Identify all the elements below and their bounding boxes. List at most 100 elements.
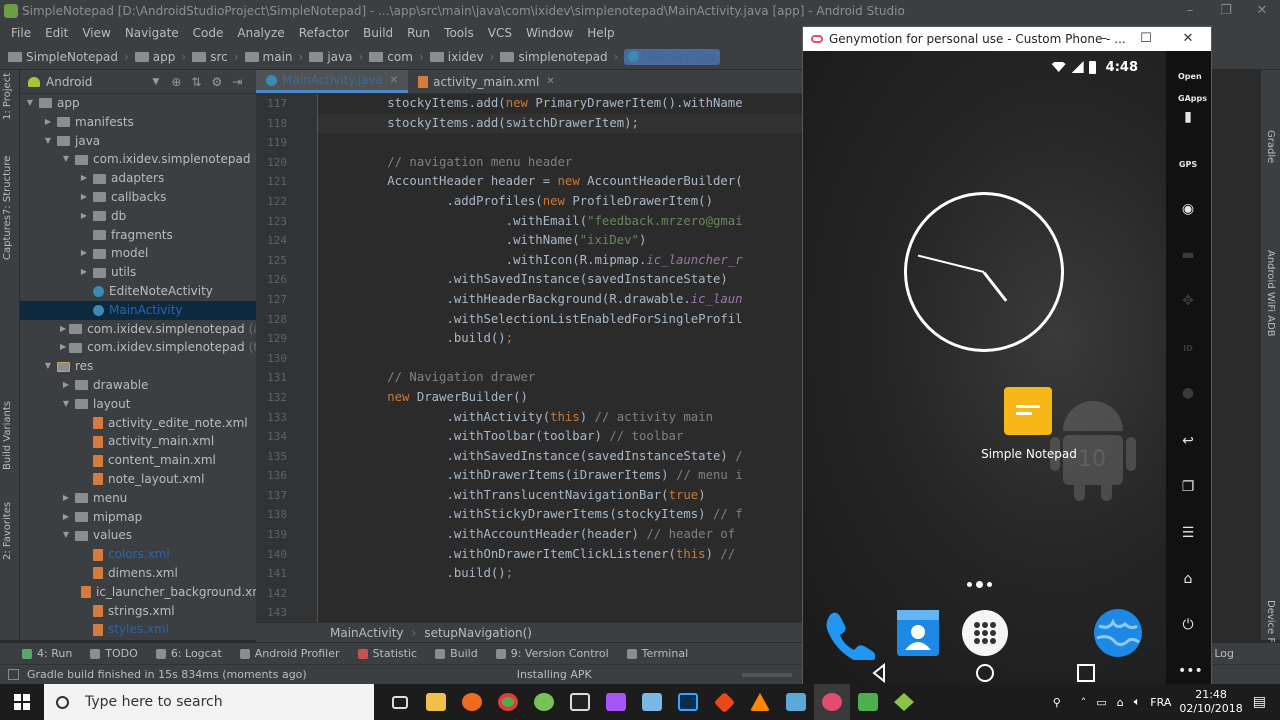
chevron-right-icon[interactable]: ▶ — [60, 489, 72, 508]
tree-item[interactable]: ▶ mipmap — [20, 508, 256, 527]
tree-item[interactable]: colors.xml — [20, 545, 256, 564]
code-line[interactable]: .withIcon(R.mipmap.ic_launcher_r — [318, 251, 802, 271]
tree-item[interactable]: ▶ manifests — [20, 113, 256, 132]
volume-icon[interactable]: 🔈︎ — [1134, 695, 1141, 709]
bottom-tool-5[interactable]: Build — [435, 647, 478, 660]
tree-item[interactable]: styles.xml — [20, 620, 256, 639]
code-line[interactable]: .addProfiles(new ProfileDrawerItem() — [318, 192, 802, 212]
tree-item[interactable]: ▼ values — [20, 526, 256, 545]
app-icon-generic[interactable] — [778, 684, 814, 720]
chevron-down-icon[interactable]: ▼ — [60, 526, 72, 545]
chevron-down-icon[interactable]: ▼ — [152, 77, 159, 87]
start-button[interactable] — [0, 684, 44, 720]
code-line[interactable]: .withName("ixiDev") — [318, 231, 802, 251]
tree-item[interactable]: ▶ drawable — [20, 376, 256, 395]
left-tab-2[interactable]: Captures — [2, 215, 13, 260]
code-line[interactable]: .withHeaderBackground(R.drawable.ic_laun — [318, 290, 802, 310]
tree-item[interactable]: ▶ adapters — [20, 169, 256, 188]
battery-tray-icon[interactable]: ▭ — [1096, 696, 1106, 709]
tree-item[interactable]: ▼ app — [20, 94, 256, 113]
contacts-app-icon[interactable] — [891, 606, 945, 660]
breadcrumb-main[interactable]: main › — [244, 50, 303, 64]
menu-tools[interactable]: Tools — [437, 26, 481, 40]
code-line[interactable]: .withEmail("feedback.mrzero@gmai — [318, 212, 802, 232]
editor-tab[interactable]: MainActivity.java ✕ — [256, 70, 409, 93]
open-gapps-icon[interactable]: Open GApps — [1178, 65, 1207, 103]
tree-item[interactable]: activity_edite_note.xml — [20, 414, 256, 433]
back-icon[interactable] — [872, 662, 885, 684]
bottom-tool-7[interactable]: Terminal — [626, 647, 688, 660]
code-line[interactable]: .withActivity(this) // activity main — [318, 408, 802, 428]
gps-icon[interactable]: GPS — [1178, 153, 1198, 173]
bottom-tool-1[interactable]: TODO — [90, 647, 138, 660]
breadcrumb-ixidev[interactable]: ixidev › — [429, 50, 494, 64]
simple-notepad-app-icon[interactable] — [1004, 387, 1052, 435]
code-line[interactable] — [318, 133, 802, 153]
back-icon[interactable]: ↩ — [1178, 431, 1198, 451]
breadcrumb-simplenotepad[interactable]: SimpleNotepad › — [8, 50, 129, 64]
code-line[interactable]: .build(); — [318, 564, 802, 584]
code-line[interactable]: // Navigation drawer — [318, 368, 802, 388]
app-drawer-icon[interactable] — [958, 606, 1012, 660]
code-line[interactable]: new DrawerBuilder() — [318, 388, 802, 408]
chevron-up-icon[interactable]: ˄ — [1081, 696, 1087, 709]
right-tab-1[interactable]: Android WiFi ADB — [1265, 250, 1276, 337]
chrome-icon[interactable] — [490, 684, 526, 720]
media-icon[interactable]: ▬ — [1178, 245, 1198, 265]
project-view-selector[interactable]: Android — [46, 75, 92, 89]
photoshop-icon[interactable] — [670, 684, 706, 720]
power-icon[interactable]: ⏻ — [1178, 615, 1198, 635]
menu-run[interactable]: Run — [400, 26, 437, 40]
vlc-icon[interactable] — [742, 684, 778, 720]
camera-icon[interactable]: ◉ — [1178, 199, 1198, 219]
code-line[interactable]: .withSavedInstance(savedInstanceState) / — [318, 447, 802, 467]
close-icon[interactable]: ✕ — [390, 75, 398, 86]
notepad-taskbar-icon[interactable] — [850, 684, 886, 720]
left-tab-1[interactable]: 7: Structure — [2, 156, 13, 215]
code-line[interactable]: .withSelectionListEnabledForSingleProfil — [318, 310, 802, 330]
file-explorer-icon[interactable] — [418, 684, 454, 720]
menu-view[interactable]: View — [75, 26, 117, 40]
bottom-tool-4[interactable]: Statistic — [357, 647, 417, 660]
phone-screen[interactable]: 4:48 10 Simple Notepad — [803, 51, 1166, 684]
tree-item[interactable]: ▼ com.ixidev.simplenotepad — [20, 150, 256, 169]
menu-navigate[interactable]: Navigate — [118, 26, 186, 40]
chevron-right-icon[interactable]: ▶ — [78, 207, 90, 226]
close-icon[interactable]: ✕ — [1167, 27, 1209, 51]
chevron-right-icon[interactable]: ▶ — [78, 169, 90, 188]
editor-tab[interactable]: activity_main.xml ✕ — [408, 70, 565, 93]
project-view-header[interactable]: Android ▼ ⊕ ⇅ ⚙ ⇥ — [20, 70, 256, 94]
breadcrumb-class[interactable]: MainActivity — [330, 626, 404, 640]
left-tab-3[interactable]: Build Variants — [2, 401, 13, 470]
collapse-icon[interactable]: ⇅ — [191, 75, 201, 89]
tree-item[interactable]: activity_main.xml — [20, 432, 256, 451]
code-line[interactable]: .withAccountHeader(header) // header of — [318, 525, 802, 545]
network-icon[interactable]: ⌂ — [1117, 696, 1124, 709]
code-line[interactable]: AccountHeader header = new AccountHeader… — [318, 172, 802, 192]
chevron-right-icon[interactable]: ▶ — [78, 188, 90, 207]
menu-build[interactable]: Build — [356, 26, 400, 40]
dpad-icon[interactable]: ✥ — [1178, 291, 1198, 311]
chevron-right-icon[interactable]: ▶ — [42, 113, 54, 132]
tree-item[interactable]: ic_launcher_background.xml — [20, 583, 256, 602]
task-view-icon[interactable] — [382, 684, 418, 720]
left-tab-0[interactable]: 1: Project — [2, 73, 13, 120]
chevron-down-icon[interactable]: ▼ — [24, 94, 36, 113]
firefox-icon[interactable] — [454, 684, 490, 720]
breadcrumb-com[interactable]: com › — [369, 50, 424, 64]
analog-clock-widget[interactable] — [904, 192, 1064, 352]
notifications-icon[interactable]: ▤ — [1253, 694, 1266, 710]
bottom-tool-6[interactable]: 9: Version Control — [495, 647, 609, 660]
tree-item[interactable]: dimens.xml — [20, 564, 256, 583]
virtualbox-icon[interactable] — [634, 684, 670, 720]
people-icon[interactable]: ⚲ — [1053, 696, 1061, 709]
breadcrumb-simplenotepad[interactable]: simplenotepad › — [500, 50, 618, 64]
code-line[interactable] — [318, 584, 802, 604]
tree-item[interactable]: strings.xml — [20, 602, 256, 621]
code-line[interactable] — [318, 603, 802, 622]
code-line[interactable]: // navigation menu header — [318, 153, 802, 173]
code-line[interactable]: .withOnDrawerItemClickListener(this) // — [318, 545, 802, 565]
battery-icon[interactable]: ▮ — [1178, 107, 1198, 127]
tree-item[interactable]: ▶ db — [20, 207, 256, 226]
breadcrumb-java[interactable]: java › — [309, 50, 363, 64]
